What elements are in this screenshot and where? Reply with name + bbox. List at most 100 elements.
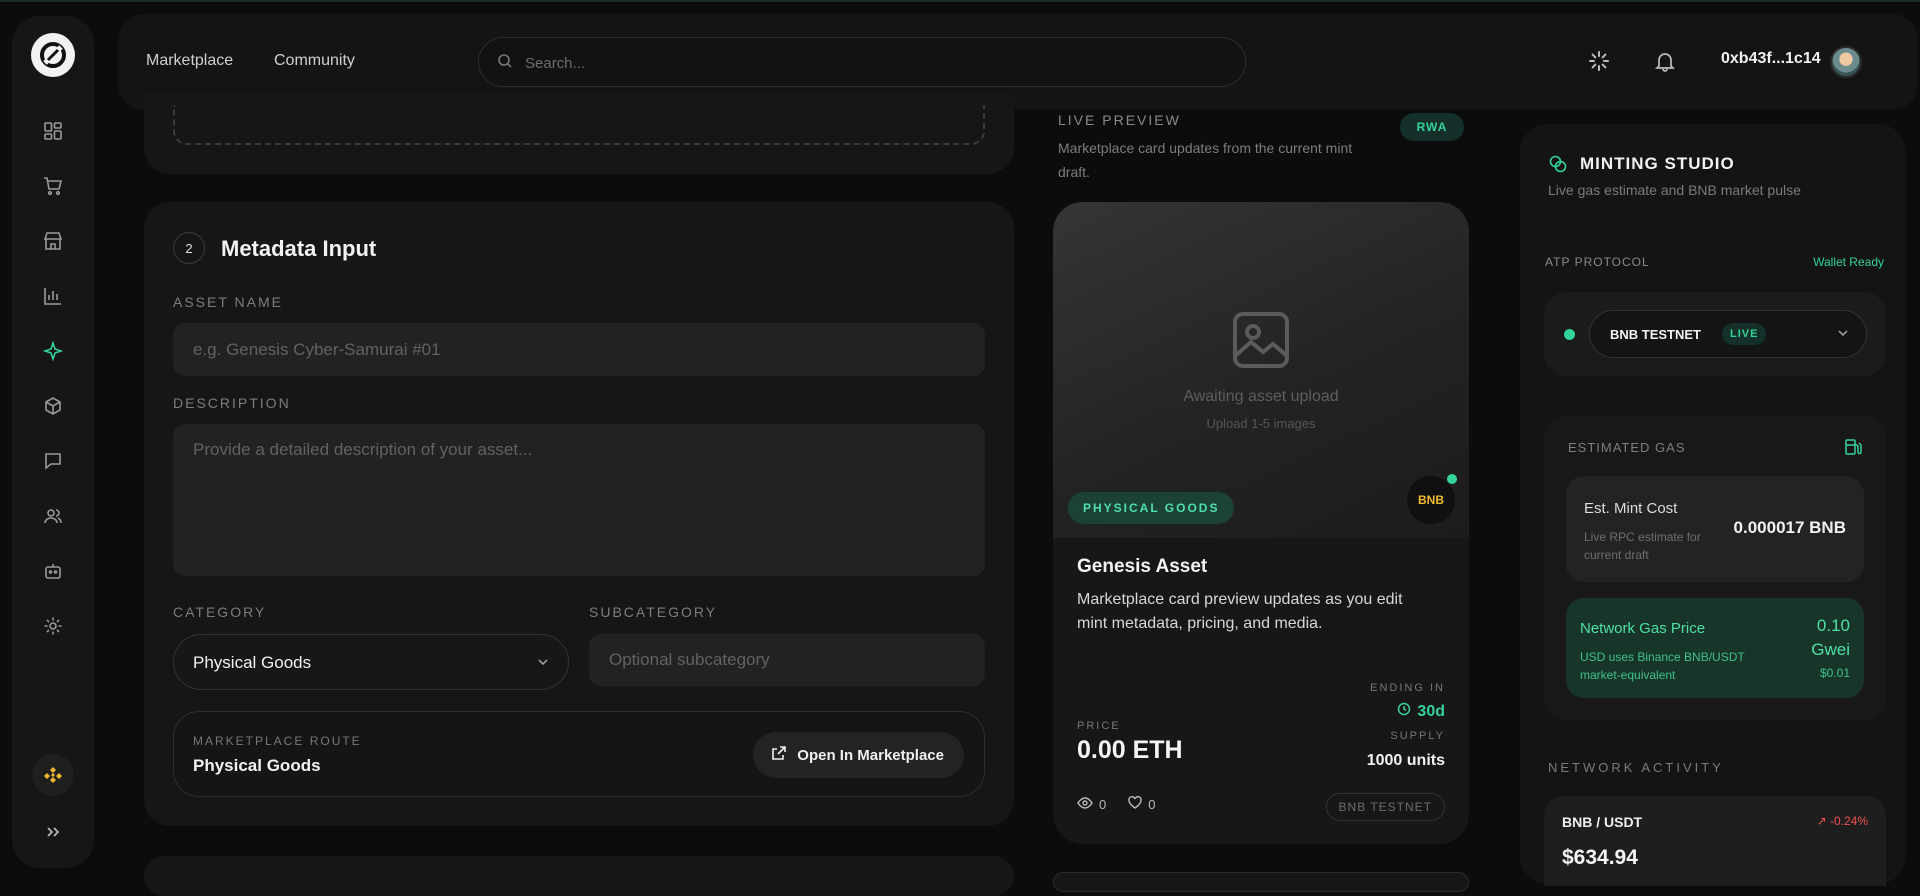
asset-description: Marketplace card preview updates as you … (1077, 591, 1403, 632)
likes-count: 0 (1148, 796, 1156, 812)
chart-icon[interactable] (39, 282, 67, 310)
minting-studio-title: MINTING STUDIO (1580, 154, 1735, 173)
trend-down-icon: ↗ (1816, 814, 1827, 828)
mint-cost-box: Est. Mint Cost Live RPC estimate for cur… (1566, 476, 1864, 582)
loader-icon[interactable] (1588, 50, 1610, 77)
bnb-icon[interactable] (32, 754, 74, 796)
category-badge: PHYSICAL GOODS (1068, 492, 1235, 524)
gas-price-box: Network Gas Price USD uses Binance BNB/U… (1566, 598, 1864, 698)
engagement-stats: 0 0 (1077, 795, 1156, 812)
search-icon (497, 53, 513, 74)
section-title: Metadata Input (221, 236, 377, 261)
open-in-marketplace-label: Open In Marketplace (797, 746, 944, 764)
network-activity-label: NETWORK ACTIVITY (1548, 760, 1724, 775)
live-preview-subtitle: Marketplace card updates from the curren… (1058, 140, 1353, 180)
cart-icon[interactable] (39, 172, 67, 200)
description-textarea[interactable] (173, 424, 985, 576)
app-logo[interactable] (31, 33, 75, 77)
marketplace-route: MARKETPLACE ROUTE Physical Goods Open In… (173, 711, 985, 797)
category-select[interactable]: Physical Goods (173, 634, 569, 690)
subcategory-input[interactable] (589, 634, 985, 686)
gas-box: ESTIMATED GAS Est. Mint Cost Live RPC es… (1544, 416, 1886, 720)
live-preview-title: LIVE PREVIEW (1058, 112, 1181, 128)
search-bar (478, 37, 1246, 87)
subcategory-label: SUBCATEGORY (589, 604, 718, 620)
sparkle-icon[interactable] (39, 337, 67, 365)
gas-price-subtitle: USD uses Binance BNB/USDT market-equival… (1580, 650, 1745, 682)
pair-name: BNB / USDT (1562, 814, 1643, 830)
store-icon[interactable] (39, 227, 67, 255)
asset-name-input[interactable] (173, 323, 985, 376)
clock-icon (1397, 702, 1411, 721)
description-label: DESCRIPTION (173, 395, 291, 411)
network-box: BNB TESTNET LIVE (1544, 292, 1886, 376)
next-card (144, 856, 1014, 896)
preview-card[interactable]: Awaiting asset upload Upload 1-5 images … (1053, 202, 1469, 844)
image-icon (1229, 308, 1293, 377)
network-pill: BNB TESTNET (1325, 793, 1445, 821)
top-border (0, 0, 1920, 2)
external-link-icon (771, 745, 787, 765)
expand-icon[interactable] (39, 818, 67, 846)
bot-icon[interactable] (39, 557, 67, 585)
asset-name-label: ASSET NAME (173, 294, 283, 310)
ending-text: 30d (1417, 702, 1445, 720)
gas-price-title: Network Gas Price (1580, 620, 1706, 637)
mint-cost-value: 0.000017 BNB (1733, 518, 1846, 537)
gas-price-usd: $0.01 (1819, 666, 1850, 680)
cube-icon[interactable] (39, 392, 67, 420)
supply-label: SUPPLY (1390, 730, 1445, 742)
ending-label: ENDING IN (1370, 682, 1445, 694)
mint-cost-subtitle: Live RPC estimate for current draft (1584, 530, 1701, 562)
wallet-status: Wallet Ready (1813, 255, 1884, 269)
mint-cost-title: Est. Mint Cost (1584, 500, 1678, 517)
next-preview-card (1053, 872, 1469, 892)
ending-value: 30d (1397, 702, 1445, 721)
network-activity-box[interactable]: BNB / USDT ↗ -0.24% $634.94 (1544, 796, 1886, 886)
supply-value: 1000 units (1366, 752, 1445, 769)
avatar[interactable] (1830, 46, 1862, 78)
route-label: MARKETPLACE ROUTE (193, 734, 362, 748)
open-in-marketplace-button[interactable]: Open In Marketplace (753, 732, 964, 778)
pair-change-value: -0.24% (1829, 814, 1868, 828)
coins-icon (1548, 154, 1568, 179)
views-count: 0 (1099, 796, 1107, 812)
preview-image-area: Awaiting asset upload Upload 1-5 images … (1053, 202, 1469, 538)
wallet-address[interactable]: 0xb43f...1c14 (1721, 50, 1821, 68)
chevron-down-icon (1836, 326, 1850, 345)
upload-hint: Upload 1-5 images (1206, 416, 1316, 431)
nav-marketplace[interactable]: Marketplace (146, 52, 233, 70)
bell-icon[interactable] (1654, 50, 1676, 77)
upload-dropzone[interactable] (173, 105, 985, 145)
price-label: PRICE (1077, 720, 1121, 732)
estimated-gas-label: ESTIMATED GAS (1568, 440, 1686, 455)
minting-studio-subtitle: Live gas estimate and BNB market pulse (1548, 182, 1801, 198)
rwa-badge: RWA (1400, 113, 1464, 141)
online-dot (1447, 474, 1457, 484)
status-dot (1564, 329, 1575, 340)
heart-icon[interactable] (1128, 795, 1142, 812)
search-input[interactable] (525, 51, 1205, 75)
fuel-icon (1844, 438, 1862, 461)
route-value: Physical Goods (193, 756, 321, 775)
users-icon[interactable] (39, 502, 67, 530)
protocol-label: ATP PROTOCOL (1545, 255, 1650, 269)
chat-icon[interactable] (39, 447, 67, 475)
network-select[interactable]: BNB TESTNET LIVE (1589, 310, 1867, 358)
price-value: 0.00 ETH (1077, 736, 1183, 764)
network-name: BNB TESTNET (1610, 327, 1701, 342)
gas-price-value: 0.10 Gwei (1811, 616, 1850, 659)
category-value: Physical Goods (193, 653, 312, 672)
dashboard-icon[interactable] (39, 117, 67, 145)
chevron-down-icon (536, 655, 550, 674)
pair-price: $634.94 (1562, 846, 1638, 869)
nav-community[interactable]: Community (274, 52, 355, 70)
category-label: CATEGORY (173, 604, 267, 620)
pair-change: ↗ -0.24% (1817, 814, 1868, 828)
sidebar (12, 16, 94, 868)
step-number: 2 (173, 232, 205, 264)
gear-icon[interactable] (39, 612, 67, 640)
eye-icon (1077, 796, 1093, 812)
live-badge: LIVE (1722, 323, 1767, 345)
awaiting-upload-text: Awaiting asset upload (1183, 388, 1339, 405)
